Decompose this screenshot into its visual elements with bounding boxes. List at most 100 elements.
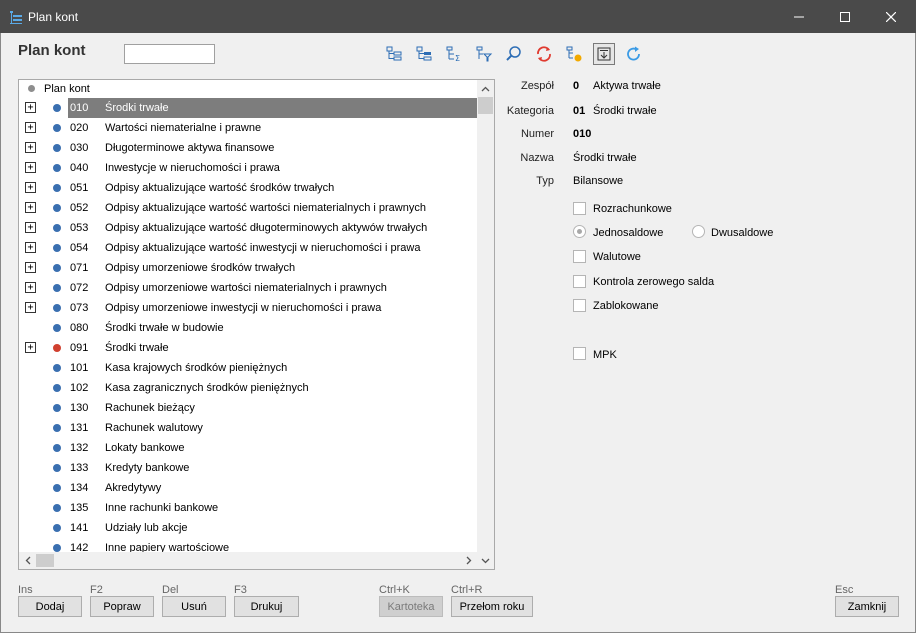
drukuj-shortcut: F3 xyxy=(234,584,247,596)
dwusaldowe-radio[interactable] xyxy=(692,225,705,238)
title-bar: Plan kont xyxy=(0,0,916,33)
tree-row[interactable]: +054 Odpisy aktualizujące wartość inwesty… xyxy=(19,238,479,258)
przelom-roku-button[interactable]: Przełom roku xyxy=(451,596,533,617)
account-status-dot xyxy=(53,104,61,112)
zablokowane-checkbox[interactable] xyxy=(573,299,586,312)
tree-row[interactable]: +071 Odpisy umorzeniowe środków trwałych xyxy=(19,258,479,278)
expand-plus-icon[interactable]: + xyxy=(25,242,36,253)
horizontal-scrollbar[interactable] xyxy=(19,552,494,569)
tree-row[interactable]: 080 Środki trwałe w budowie xyxy=(19,318,479,338)
tree-row[interactable]: 101 Kasa krajowych środków pieniężnych xyxy=(19,358,479,378)
account-status-dot xyxy=(53,244,61,252)
expand-plus-icon[interactable]: + xyxy=(25,142,36,153)
account-settings-icon xyxy=(566,46,582,62)
expand-plus-icon[interactable]: + xyxy=(25,262,36,273)
rozrachunkowe-label: Rozrachunkowe xyxy=(593,203,672,215)
close-button[interactable] xyxy=(868,0,914,33)
scroll-left-button[interactable] xyxy=(19,552,36,569)
refresh-button[interactable] xyxy=(533,43,555,65)
account-status-dot xyxy=(53,264,61,272)
walutowe-checkbox[interactable] xyxy=(573,250,586,263)
tree-row[interactable]: +040 Inwestycje w nieruchomości i prawa xyxy=(19,158,479,178)
account-name: Długoterminowe aktywa finansowe xyxy=(105,142,275,154)
rozrachunkowe-checkbox[interactable] xyxy=(573,202,586,215)
drukuj-button[interactable]: Drukuj xyxy=(234,596,299,617)
maximize-button[interactable] xyxy=(822,0,868,33)
account-code: 030 xyxy=(70,142,89,154)
tree-row[interactable]: +020 Wartości niematerialne i prawne xyxy=(19,118,479,138)
tree-row[interactable]: +052 Odpisy aktualizujące wartość wartośc… xyxy=(19,198,479,218)
expand-plus-icon[interactable]: + xyxy=(25,302,36,313)
tree-row[interactable]: 133 Kredyty bankowe xyxy=(19,458,479,478)
popraw-button[interactable]: Popraw xyxy=(90,596,154,617)
expand-plus-icon[interactable]: + xyxy=(25,182,36,193)
filter-tree-button[interactable] xyxy=(473,43,495,65)
tree-root[interactable]: Plan kont xyxy=(19,80,479,98)
expand-plus-icon[interactable]: + xyxy=(25,282,36,293)
scroll-up-button[interactable] xyxy=(477,80,494,97)
account-settings-button[interactable] xyxy=(563,43,585,65)
account-code: 080 xyxy=(70,322,89,334)
minimize-button[interactable] xyxy=(776,0,822,33)
tree-row[interactable]: 134 Akredytywy xyxy=(19,478,479,498)
mpk-checkbox[interactable] xyxy=(573,347,586,360)
tree-row[interactable]: +091 Środki trwałe xyxy=(19,338,479,358)
expand-tree-button[interactable] xyxy=(383,43,405,65)
collapse-tree-button[interactable] xyxy=(413,43,435,65)
numer-value: 010 xyxy=(573,128,592,140)
account-status-dot xyxy=(53,324,61,332)
vertical-scrollbar[interactable] xyxy=(477,80,494,552)
tree-row[interactable]: +051 Odpisy aktualizujące wartość środków… xyxy=(19,178,479,198)
search-input[interactable] xyxy=(124,44,215,64)
account-name: Odpisy umorzeniowe inwestycji w nierucho… xyxy=(105,302,382,314)
account-status-dot xyxy=(53,224,61,232)
kartoteka-shortcut: Ctrl+K xyxy=(379,584,410,596)
expand-plus-icon[interactable]: + xyxy=(25,102,36,113)
export-button[interactable] xyxy=(593,43,615,65)
zamknij-button[interactable]: Zamknij xyxy=(835,596,899,617)
account-status-dot xyxy=(53,404,61,412)
expand-plus-icon[interactable]: + xyxy=(25,122,36,133)
scroll-down-button[interactable] xyxy=(477,552,494,569)
scroll-right-button[interactable] xyxy=(460,552,477,569)
search-icon xyxy=(506,46,521,61)
tree-row[interactable]: 141 Udziały lub akcje xyxy=(19,518,479,538)
kartoteka-button[interactable]: Kartoteka xyxy=(379,596,443,617)
kontrola-zerowego-salda-checkbox[interactable] xyxy=(573,275,586,288)
sort-tree-button[interactable]: Σ xyxy=(443,43,465,65)
close-icon xyxy=(886,11,896,22)
search-button[interactable] xyxy=(503,43,525,65)
dodaj-shortcut: Ins xyxy=(18,584,33,596)
tree-row[interactable]: 102 Kasa zagranicznych środków pieniężnyc… xyxy=(19,378,479,398)
typ-value: Bilansowe xyxy=(573,175,624,187)
chevron-right-icon xyxy=(466,556,471,565)
tree-row[interactable]: +073 Odpisy umorzeniowe inwestycji w nier… xyxy=(19,298,479,318)
expand-plus-icon[interactable]: + xyxy=(25,222,36,233)
account-code: 071 xyxy=(70,262,89,274)
expand-plus-icon[interactable]: + xyxy=(25,162,36,173)
account-code: 130 xyxy=(70,402,89,414)
reload-button[interactable] xyxy=(623,43,645,65)
account-name: Inne rachunki bankowe xyxy=(105,502,219,514)
tree-row[interactable]: 135 Inne rachunki bankowe xyxy=(19,498,479,518)
horizontal-scroll-thumb[interactable] xyxy=(36,554,54,567)
refresh-red-icon xyxy=(537,46,551,62)
tree-row[interactable]: 132 Lokaty bankowe xyxy=(19,438,479,458)
account-code: 020 xyxy=(70,122,89,134)
tree-row[interactable]: 130 Rachunek bieżący xyxy=(19,398,479,418)
tree-row[interactable]: +010 Środki trwałe xyxy=(19,98,479,118)
dodaj-button[interactable]: Dodaj xyxy=(18,596,82,617)
account-code: 054 xyxy=(70,242,89,254)
tree-row[interactable]: +030 Długoterminowe aktywa finansowe xyxy=(19,138,479,158)
expand-plus-icon[interactable]: + xyxy=(25,202,36,213)
tree-row[interactable]: +053 Odpisy aktualizujące wartość długote… xyxy=(19,218,479,238)
account-name: Lokaty bankowe xyxy=(105,442,185,454)
tree-row[interactable]: 131 Rachunek walutowy xyxy=(19,418,479,438)
usun-button[interactable]: Usuń xyxy=(162,596,226,617)
vertical-scroll-thumb[interactable] xyxy=(478,97,493,114)
account-name: Odpisy aktualizujące wartość wartości ni… xyxy=(105,202,426,214)
jednosaldowe-radio[interactable] xyxy=(573,225,586,238)
tree-row[interactable]: +072 Odpisy umorzeniowe wartości niemater… xyxy=(19,278,479,298)
account-tree: Plan kont +010 Środki trwałe +020 Wartości … xyxy=(18,79,495,570)
expand-plus-icon[interactable]: + xyxy=(25,342,36,353)
